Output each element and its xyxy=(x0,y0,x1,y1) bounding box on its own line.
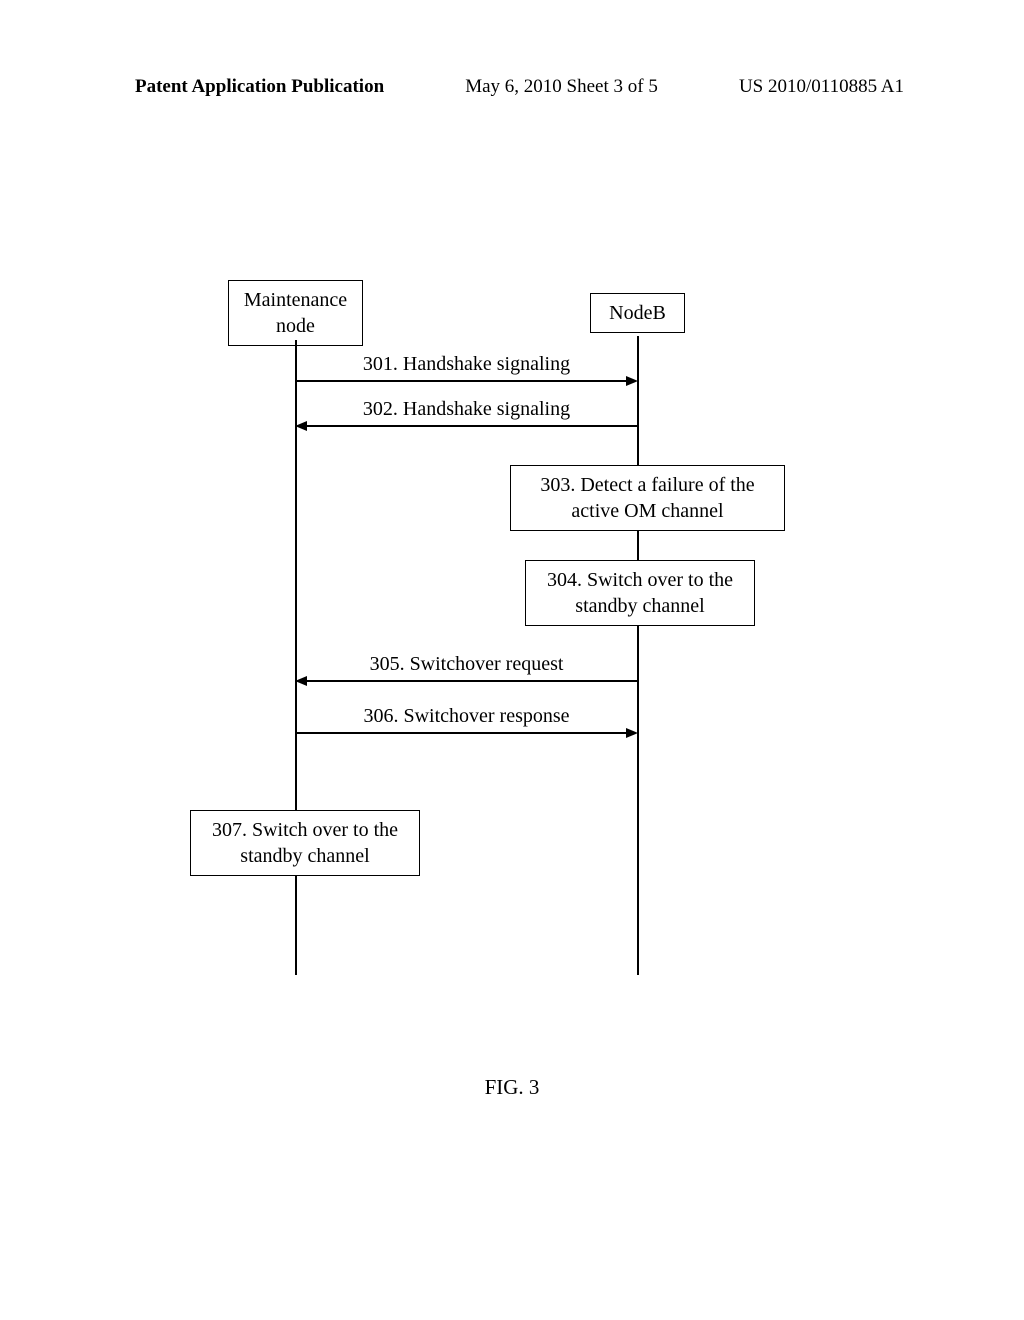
step-307-switch-standby: 307. Switch over to thestandby channel xyxy=(190,810,420,876)
msg-305-arrowhead xyxy=(295,676,307,686)
step-304-switch-standby: 304. Switch over to thestandby channel xyxy=(525,560,755,626)
msg-301-arrow xyxy=(296,380,626,382)
msg-305-label: 305. Switchover request xyxy=(295,653,638,676)
actor-nodeb: NodeB xyxy=(590,293,685,333)
msg-301-label: 301. Handshake signaling xyxy=(295,353,638,376)
msg-306-arrow xyxy=(296,732,626,734)
msg-302-arrowhead xyxy=(295,421,307,431)
msg-306-label: 306. Switchover response xyxy=(295,705,638,728)
header-patent-number: US 2010/0110885 A1 xyxy=(739,76,904,98)
header-publication: Patent Application Publication xyxy=(135,76,384,98)
msg-302-label: 302. Handshake signaling xyxy=(295,398,638,421)
sequence-diagram: Maintenancenode NodeB 301. Handshake sig… xyxy=(190,280,820,1000)
msg-306-arrowhead xyxy=(626,728,638,738)
msg-301-arrowhead xyxy=(626,376,638,386)
actor-maintenance-node: Maintenancenode xyxy=(228,280,363,346)
header-date-sheet: May 6, 2010 Sheet 3 of 5 xyxy=(465,76,658,98)
msg-305-arrow xyxy=(307,680,638,682)
step-303-detect-failure: 303. Detect a failure of theactive OM ch… xyxy=(510,465,785,531)
figure-caption: FIG. 3 xyxy=(0,1075,1024,1100)
msg-302-arrow xyxy=(307,425,638,427)
